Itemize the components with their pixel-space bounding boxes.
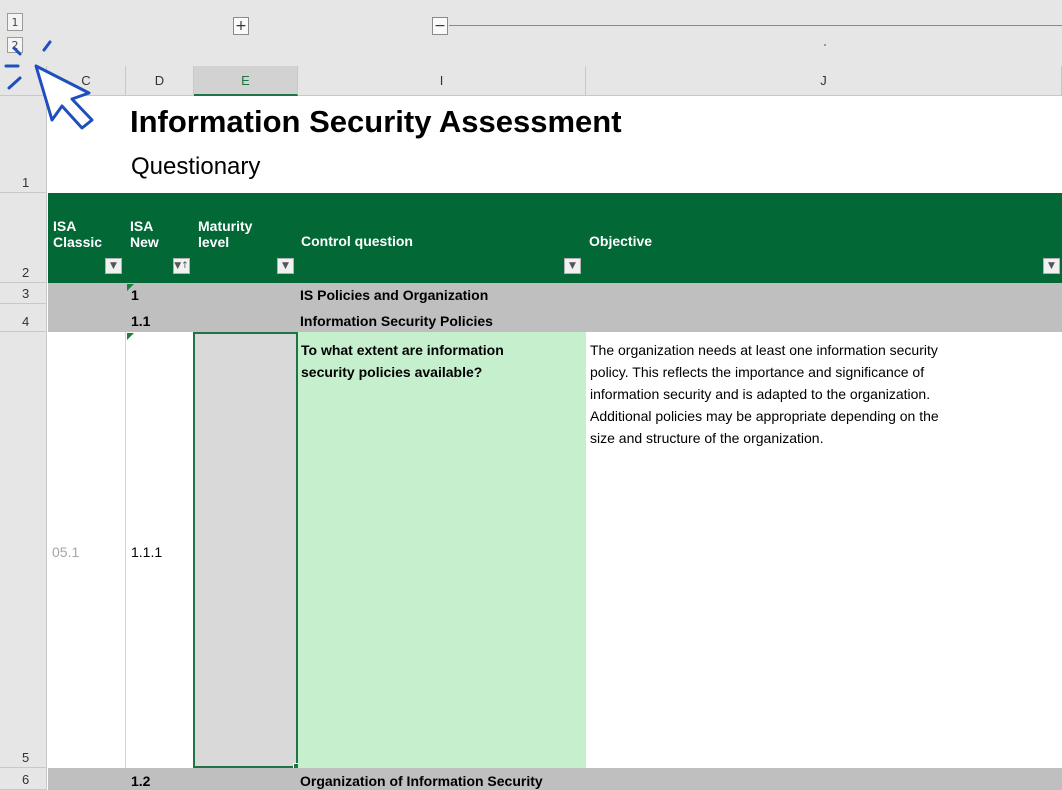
row-header-5[interactable]: 5 [0,332,47,768]
section-row-4 [48,304,1062,332]
group-bracket-line [449,25,1062,26]
objective-line2: policy. This reflects the importance and… [590,364,925,380]
row4-question[interactable]: Information Security Policies [300,313,493,329]
row4-isa-new[interactable]: 1.1 [131,313,150,329]
header-isa-classic-line2: Classic [53,234,103,250]
row5-isa-new[interactable]: 1.1.1 [131,544,162,560]
header-maturity-line2: level [198,234,230,250]
control-question-line2: security policies available? [301,364,483,380]
row6-question[interactable]: Organization of Information Security [300,773,543,789]
pointer-cursor-icon [4,40,94,130]
filter-dropdown-icon[interactable]: ▼ [564,258,581,274]
filter-dropdown-icon[interactable]: ▼ [1043,258,1060,274]
sheet-subtitle: Questionary [131,153,261,180]
header-maturity-line1: Maturity [198,218,253,234]
column-header-d[interactable]: D [126,66,194,96]
control-question-cell[interactable]: To what extent are information security … [298,332,586,768]
outline-dot [824,44,826,46]
column-header-j[interactable]: J [586,66,1062,96]
section-row-3 [48,283,1062,304]
row5-isa-classic: 05.1 [52,544,80,560]
control-question-line1: To what extent are information [301,342,504,358]
row3-isa-new[interactable]: 1 [131,287,139,303]
column-header-e[interactable]: E [194,66,298,96]
section-row-6 [48,768,1062,790]
objective-cell[interactable]: The organization needs at least one info… [586,332,1062,768]
header-control-question: Control question [301,233,413,249]
row3-question[interactable]: IS Policies and Organization [300,287,488,303]
filter-dropdown-icon[interactable]: ▼ [277,258,294,274]
objective-line4: Additional policies may be appropriate d… [590,408,939,424]
filter-dropdown-icon[interactable]: ▼ [105,258,122,274]
header-isa-new-line1: ISA [130,218,154,234]
sheet-title: Information Security Assessment [130,104,622,139]
objective-line3: information security and is adapted to t… [590,386,931,402]
row-header-2[interactable]: 2 [0,193,47,283]
outline-level-1-button[interactable]: 1 [7,13,23,31]
expand-group-button[interactable]: + [233,17,249,35]
objective-line1: The organization needs at least one info… [590,342,938,358]
row-header-4[interactable]: 4 [0,304,47,332]
objective-line5: size and structure of the organization. [590,430,824,446]
maturity-level-cell[interactable] [193,332,298,768]
sort-filter-dropdown-icon[interactable]: ▼↑ [173,258,190,274]
header-isa-new-line2: New [130,234,159,250]
header-objective: Objective [589,233,653,249]
error-indicator-triangle [127,333,134,340]
row6-isa-new[interactable]: 1.2 [131,773,150,789]
column-header-i[interactable]: I [298,66,586,96]
row-header-6[interactable]: 6 [0,768,47,790]
header-isa-classic-line1: ISA [53,218,77,234]
row-header-3[interactable]: 3 [0,283,47,304]
outline-bar [0,0,1062,66]
collapse-group-button[interactable]: − [432,17,448,35]
